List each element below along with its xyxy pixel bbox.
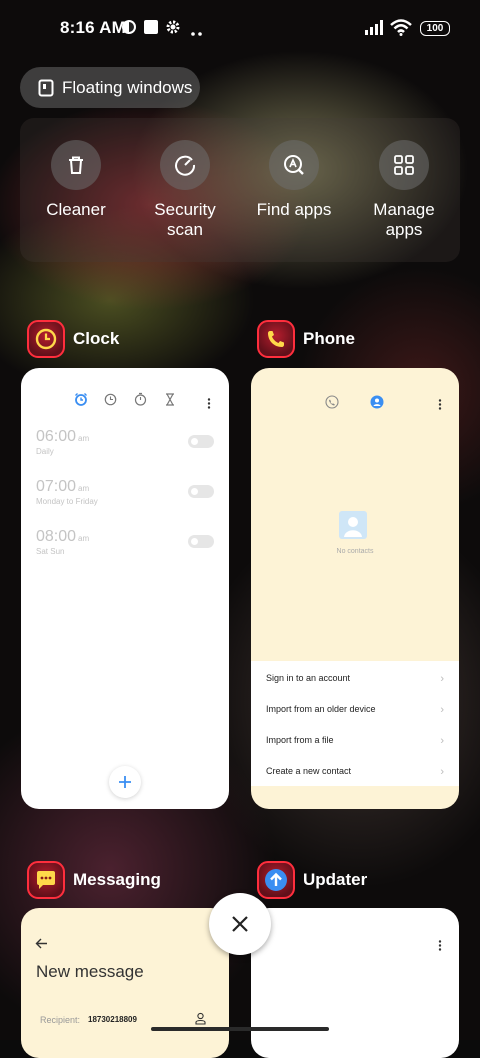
alarm-time: 06:00 bbox=[36, 428, 77, 445]
alarm-ampm: am bbox=[78, 484, 90, 493]
messaging-app-icon bbox=[27, 861, 65, 899]
updater-app-card[interactable] bbox=[251, 908, 459, 1058]
quick-actions-panel: Cleaner Security scan Find apps Manage a… bbox=[20, 118, 460, 262]
status-bar: 8:16 AM 100 bbox=[0, 14, 480, 42]
updater-app-name: Updater bbox=[303, 870, 368, 889]
alarm-tab-icon[interactable] bbox=[74, 392, 88, 411]
alarm-ampm: am bbox=[78, 434, 90, 443]
clock-app-icon bbox=[27, 320, 65, 358]
updater-app-header[interactable]: Updater bbox=[257, 861, 367, 899]
alarm-ampm: am bbox=[78, 534, 90, 543]
floating-windows-button[interactable]: Floating windows bbox=[20, 67, 200, 108]
contacts-tab-icon[interactable] bbox=[370, 395, 384, 414]
home-gesture-handle[interactable] bbox=[151, 1027, 329, 1031]
find-apps-label: Find apps bbox=[256, 200, 332, 219]
messaging-app-header[interactable]: Messaging bbox=[27, 861, 161, 899]
messaging-app-name: Messaging bbox=[73, 870, 161, 889]
alarm-toggle[interactable] bbox=[188, 535, 214, 548]
floating-window-icon bbox=[38, 79, 54, 97]
phone-app-card[interactable]: No contacts Sign in to an account › Impo… bbox=[251, 368, 459, 809]
new-message-title: New message bbox=[36, 962, 144, 981]
messaging-app-card[interactable]: New message Recipient: 18730218809 bbox=[21, 908, 229, 1058]
alarm-time: 08:00 bbox=[36, 528, 77, 545]
updater-app-icon bbox=[257, 861, 295, 899]
phone-menu-sheet: Sign in to an account › Import from an o… bbox=[251, 661, 459, 786]
alarm-toggle[interactable] bbox=[188, 485, 214, 498]
more-options-icon[interactable] bbox=[438, 938, 442, 956]
chevron-right-icon: › bbox=[440, 766, 444, 778]
back-arrow-icon[interactable] bbox=[35, 936, 48, 954]
search-a-icon bbox=[269, 140, 319, 190]
recipient-value[interactable]: 18730218809 bbox=[88, 1015, 137, 1024]
status-time: 8:16 AM bbox=[60, 18, 126, 37]
stopwatch-tab-icon[interactable] bbox=[134, 392, 147, 411]
phone-app-header[interactable]: Phone bbox=[257, 320, 355, 358]
cleaner-label: Cleaner bbox=[46, 200, 106, 219]
wifi-icon bbox=[390, 19, 412, 41]
gear-icon bbox=[165, 19, 181, 40]
alarm-toggle[interactable] bbox=[188, 435, 214, 448]
signal-icon bbox=[364, 19, 386, 40]
empty-contacts-text: No contacts bbox=[336, 548, 374, 555]
square-icon bbox=[143, 19, 159, 40]
battery-icon: 100 bbox=[420, 21, 450, 36]
phone-app-name: Phone bbox=[303, 329, 355, 348]
chevron-right-icon: › bbox=[440, 735, 444, 747]
clock-app-card[interactable]: 06:00 am Daily 07:00 am Monday to Friday 0… bbox=[21, 368, 229, 809]
more-options-icon[interactable] bbox=[438, 397, 442, 415]
find-apps-button[interactable]: Find apps bbox=[239, 140, 349, 220]
more-dots-icon bbox=[190, 24, 204, 42]
timer-tab-icon[interactable] bbox=[164, 393, 176, 411]
phone-app-icon bbox=[257, 320, 295, 358]
menu-item-label: Import from a file bbox=[266, 735, 334, 745]
contact-placeholder-icon bbox=[339, 511, 367, 544]
alarm-repeat: Sat Sun bbox=[36, 547, 65, 556]
world-clock-tab-icon[interactable] bbox=[104, 393, 117, 411]
more-options-icon[interactable] bbox=[207, 396, 211, 414]
clock-app-name: Clock bbox=[73, 329, 120, 348]
alarm-time: 07:00 bbox=[36, 478, 77, 495]
manage-apps-button[interactable]: Manage apps bbox=[349, 140, 459, 240]
import-device-item[interactable]: Import from an older device › bbox=[266, 704, 444, 716]
security-scan-button[interactable]: Security scan bbox=[130, 140, 240, 240]
chevron-right-icon: › bbox=[440, 673, 444, 685]
vpn-icon bbox=[121, 19, 137, 40]
grid-icon bbox=[379, 140, 429, 190]
recipient-label: Recipient: bbox=[40, 1015, 81, 1025]
plus-icon bbox=[119, 776, 131, 788]
menu-item-label: Sign in to an account bbox=[266, 673, 351, 683]
sign-in-item[interactable]: Sign in to an account › bbox=[266, 673, 444, 685]
manage-apps-label: Manage apps bbox=[373, 200, 435, 239]
clock-app-header[interactable]: Clock bbox=[27, 320, 119, 358]
alarm-repeat: Daily bbox=[36, 447, 54, 456]
chevron-right-icon: › bbox=[440, 704, 444, 716]
security-scan-label: Security scan bbox=[154, 200, 216, 239]
gauge-icon bbox=[160, 140, 210, 190]
menu-item-label: Import from an older device bbox=[266, 704, 376, 714]
import-file-item[interactable]: Import from a file › bbox=[266, 735, 444, 747]
create-contact-item[interactable]: Create a new contact › bbox=[266, 766, 444, 778]
cleaner-button[interactable]: Cleaner bbox=[21, 140, 131, 220]
trash-icon bbox=[51, 140, 101, 190]
floating-windows-label: Floating windows bbox=[62, 77, 193, 97]
recents-tab-icon[interactable] bbox=[325, 395, 339, 414]
close-all-button[interactable] bbox=[209, 893, 271, 955]
menu-item-label: Create a new contact bbox=[266, 766, 352, 776]
alarm-repeat: Monday to Friday bbox=[36, 497, 98, 506]
add-alarm-button[interactable] bbox=[109, 766, 141, 798]
close-icon bbox=[232, 916, 248, 932]
